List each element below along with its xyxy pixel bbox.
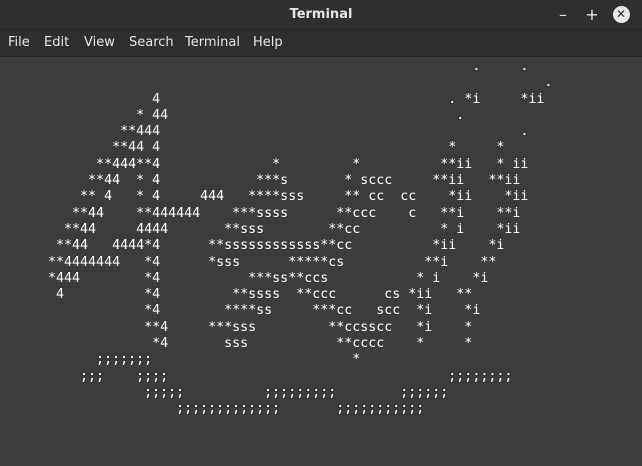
terminal-output-area[interactable]: . . . 4 . *i *ii * 44 . **444 . **44 4 *… (0, 57, 642, 466)
menu-terminal[interactable]: Terminal (185, 30, 240, 56)
close-icon: ✕ (612, 5, 630, 23)
window-title: Terminal (289, 7, 353, 22)
terminal-window: Terminal – + ✕ File Edit View Search Ter… (0, 0, 642, 466)
title-bar[interactable]: Terminal – + ✕ (0, 0, 642, 30)
menu-view[interactable]: View (84, 30, 115, 56)
menu-file[interactable]: File (8, 30, 30, 56)
menu-edit[interactable]: Edit (44, 30, 69, 56)
maximize-button[interactable]: + (581, 3, 603, 25)
menu-bar: File Edit View Search Terminal Help (0, 30, 642, 57)
ascii-art-output: . . . 4 . *i *ii * 44 . **444 . **44 4 *… (48, 59, 553, 417)
maximize-icon: + (585, 4, 599, 24)
close-button[interactable]: ✕ (610, 3, 632, 25)
minimize-icon: – (559, 4, 567, 24)
minimize-button[interactable]: – (552, 3, 574, 25)
menu-help[interactable]: Help (253, 30, 283, 56)
menu-search[interactable]: Search (129, 30, 174, 56)
